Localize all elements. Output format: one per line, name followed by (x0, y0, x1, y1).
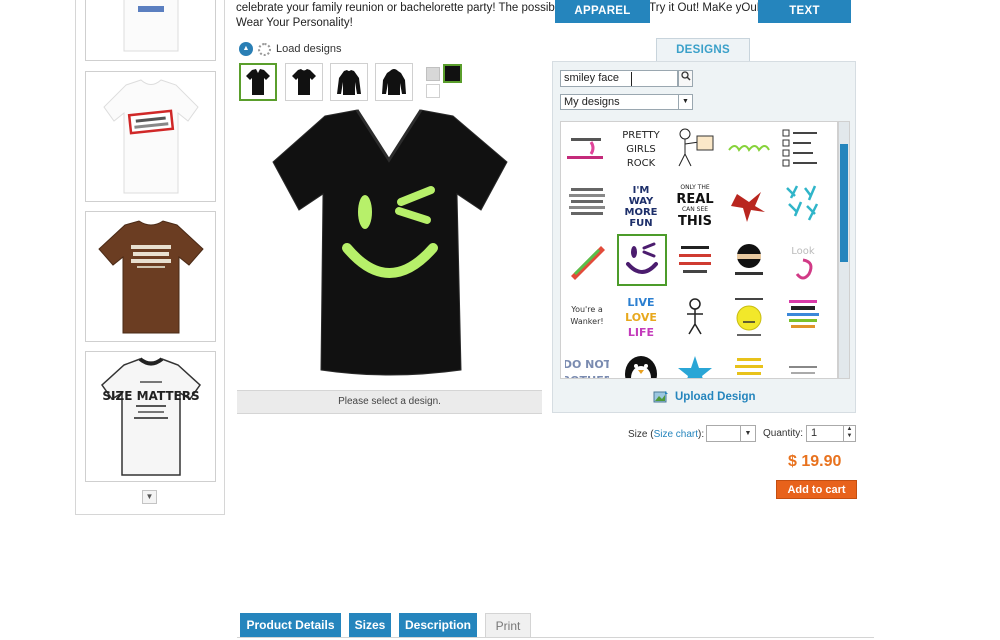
svg-text:WAY: WAY (629, 196, 654, 207)
size-select[interactable]: ▼ (706, 425, 756, 442)
svg-text:CAN SEE: CAN SEE (682, 206, 708, 213)
svg-text:ONLY THE: ONLY THE (680, 184, 710, 191)
design-tile[interactable] (779, 292, 827, 340)
design-tile[interactable] (563, 124, 611, 172)
design-tile[interactable]: LIVE LOVE LIFE (617, 292, 665, 340)
design-tile-selected[interactable] (617, 234, 667, 286)
loading-spinner-icon (258, 42, 271, 56)
design-tile[interactable] (779, 348, 827, 378)
svg-text:BOTHER: BOTHER (565, 374, 609, 379)
svg-text:Wanker!: Wanker! (570, 317, 603, 326)
design-tile[interactable] (725, 124, 773, 172)
svg-text:MORE: MORE (625, 207, 658, 218)
select-design-prompt: Please select a design. (237, 390, 542, 414)
design-tile[interactable]: Look (779, 236, 827, 284)
tab-designs[interactable]: DESIGNS (656, 38, 750, 63)
quantity-stepper[interactable]: 1 ▲ ▼ (806, 425, 856, 442)
stepper-arrows-icon[interactable]: ▲ ▼ (843, 426, 855, 441)
tab-print[interactable]: Print (485, 613, 531, 637)
quantity-label: Quantity: (763, 428, 804, 439)
svg-text:PRETTY: PRETTY (622, 130, 660, 141)
add-to-cart-button[interactable]: Add to cart (776, 480, 857, 499)
intro-text: celebrate your family reunion or bachelo… (236, 2, 845, 29)
thumbnail-scroll-down-button[interactable]: ▼ (142, 490, 157, 504)
design-search-input[interactable]: smiley face (560, 70, 678, 87)
chevron-down-icon: ▼ (678, 95, 692, 109)
search-button[interactable] (678, 70, 693, 87)
thumbnail-shirt-white[interactable] (85, 0, 216, 61)
style-longsleeve[interactable] (330, 63, 368, 101)
design-tile[interactable] (725, 348, 773, 378)
design-tile[interactable]: DO NOT BOTHER (563, 348, 611, 379)
design-tile[interactable] (563, 180, 611, 228)
tab-product-details[interactable]: Product Details (240, 613, 341, 637)
upload-design-button[interactable]: Upload Design (653, 389, 756, 405)
tab-text[interactable]: TEXT (758, 0, 851, 23)
thumbnail-shirt-ringer[interactable]: SIZE MATTERS (85, 351, 216, 482)
design-tile[interactable]: PRETTY GIRLS ROCK (617, 124, 665, 172)
design-tile[interactable] (725, 292, 773, 340)
tab-sizes[interactable]: Sizes (349, 613, 391, 637)
size-label: Size ( Size chart ): (628, 426, 704, 442)
design-grid-scrollbar[interactable] (838, 121, 850, 379)
tab-description[interactable]: Description (399, 613, 477, 637)
style-vneck-tee[interactable] (239, 63, 277, 101)
load-designs-label: Load designs (276, 43, 342, 55)
svg-text:DO NOT: DO NOT (565, 358, 609, 371)
upload-image-icon (653, 391, 668, 403)
design-tile[interactable] (671, 292, 719, 340)
shirt-preview (237, 108, 542, 390)
chevron-down-icon: ▼ (740, 426, 755, 441)
upload-design-label: Upload Design (675, 391, 756, 403)
thumbnail-print-text: SIZE MATTERS (102, 389, 199, 403)
search-icon (680, 71, 691, 81)
svg-text:FUN: FUN (629, 218, 652, 227)
collapse-up-icon[interactable]: ▲ (239, 42, 253, 56)
size-label-text: Size ( (628, 428, 654, 440)
style-hoodie[interactable] (375, 63, 413, 101)
svg-text:LOVE: LOVE (625, 311, 657, 324)
quantity-value: 1 (811, 427, 818, 439)
price: $ 19.90 (788, 453, 842, 470)
shirt-preview-image (272, 109, 508, 376)
design-tile[interactable] (617, 348, 665, 378)
thumbnail-shirt-white-tag[interactable] (85, 71, 216, 202)
design-tile[interactable] (779, 180, 827, 228)
design-filter-select[interactable]: My designs ▼ (560, 94, 693, 110)
svg-text:ROCK: ROCK (627, 158, 656, 169)
size-label-close: ): (698, 428, 705, 440)
svg-text:THIS: THIS (678, 214, 712, 227)
color-swatch-gray[interactable] (426, 67, 440, 81)
style-crew-tee[interactable] (285, 63, 323, 101)
design-grid: PRETTY GIRLS ROCK I'M WAY MORE FUN ONLY THE RE… (560, 121, 838, 379)
load-designs-row: ▲ Load designs (239, 41, 341, 57)
design-tile[interactable] (671, 348, 719, 378)
design-tile[interactable] (563, 236, 611, 284)
svg-text:You're a: You're a (570, 305, 603, 314)
svg-text:REAL: REAL (676, 192, 713, 207)
design-tile[interactable] (671, 124, 719, 172)
design-tile[interactable]: ONLY THE REAL CAN SEE THIS (671, 180, 719, 228)
thumbnail-shirt-brown[interactable] (85, 211, 216, 342)
design-tile[interactable]: I'M WAY MORE FUN (617, 180, 665, 228)
svg-text:Look: Look (791, 246, 815, 257)
design-tile[interactable] (779, 124, 827, 172)
product-thumbnail-list: SIZE MATTERS ▼ (75, 0, 225, 515)
svg-text:LIFE: LIFE (628, 326, 654, 339)
tab-apparel[interactable]: APPAREL (555, 0, 650, 23)
svg-text:LIVE: LIVE (627, 296, 654, 309)
svg-text:I'M: I'M (633, 185, 650, 196)
design-tile[interactable] (671, 236, 719, 284)
size-chart-link[interactable]: Size chart (654, 429, 698, 440)
bottom-tabs-divider (237, 637, 874, 638)
svg-text:GIRLS: GIRLS (626, 144, 656, 155)
scrollbar-thumb[interactable] (840, 144, 848, 262)
design-tile[interactable]: You're a Wanker! (563, 292, 611, 340)
text-cursor (631, 72, 632, 86)
design-filter-value: My designs (564, 96, 620, 108)
color-swatch-white[interactable] (426, 84, 440, 98)
color-swatch-black-selected[interactable] (443, 64, 462, 83)
design-tile[interactable] (725, 236, 773, 284)
design-tile[interactable] (725, 180, 773, 228)
